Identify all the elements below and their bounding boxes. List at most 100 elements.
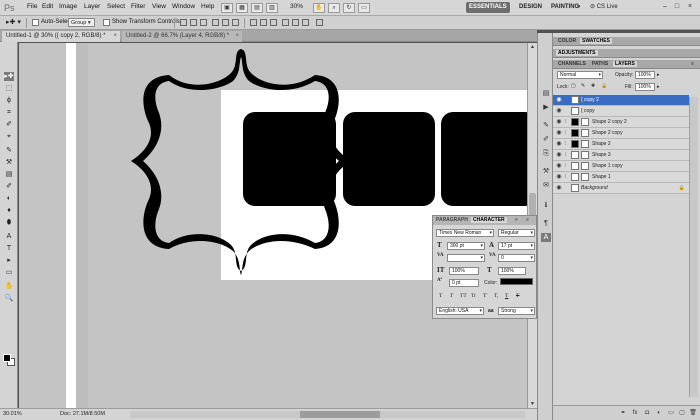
history-brush-tool-icon[interactable]: ✐	[4, 182, 14, 191]
actions-panel-icon[interactable]: ▶	[541, 103, 551, 112]
opacity-field[interactable]: 100%	[635, 71, 655, 79]
zoom-tool-icon[interactable]: 🔍	[4, 294, 14, 303]
close-tab-icon[interactable]: ×	[235, 31, 239, 42]
eye-icon[interactable]: ◉	[555, 174, 563, 181]
kerning-field[interactable]: ▾	[447, 254, 485, 262]
distribute-bottom-icon[interactable]	[270, 19, 277, 26]
underline-button[interactable]: T	[505, 293, 508, 299]
layer-name[interactable]: Shape 2 copy	[592, 130, 623, 136]
character-panel-icon[interactable]: A	[541, 233, 551, 242]
menu-layer[interactable]: Layer	[84, 3, 100, 10]
small-caps-button[interactable]: Tr	[471, 293, 476, 299]
horizontal-scale-field[interactable]: 100%	[498, 267, 526, 275]
eye-icon[interactable]: ◉	[555, 108, 563, 115]
auto-select-dropdown[interactable]: Group ▾	[68, 18, 95, 27]
font-style-select[interactable]: Regular ▾	[498, 229, 535, 237]
brush-presets-icon[interactable]: ✎	[541, 121, 551, 130]
hand-tool-icon[interactable]: ✋	[4, 282, 14, 291]
blend-mode-select[interactable]: Normal ▾	[557, 71, 603, 79]
tool-presets-icon[interactable]: ⚒	[541, 167, 551, 176]
type-tool-icon[interactable]: T	[4, 244, 14, 253]
clone-source-icon[interactable]: ⎘	[541, 149, 551, 158]
layer-name[interactable]: { copy	[581, 108, 595, 114]
adjustment-layer-icon[interactable]: ◐	[655, 409, 663, 417]
distribute-vcenter-icon[interactable]	[260, 19, 267, 26]
layer-row[interactable]: ◉ Background 🔒	[553, 183, 689, 194]
extras-icon[interactable]: ▤	[251, 3, 263, 13]
tab-paths[interactable]: PATHS	[590, 61, 610, 67]
eraser-tool-icon[interactable]: ◐	[4, 194, 14, 203]
crop-tool-icon[interactable]: ✐	[4, 120, 14, 129]
vertical-scale-field[interactable]: 100%	[449, 267, 479, 275]
rotate-view-icon[interactable]: ↻	[343, 3, 355, 13]
workspace-design[interactable]: DESIGN	[516, 2, 545, 13]
lock-all-icon[interactable]: 🔒	[601, 83, 607, 89]
tab-untitled-1[interactable]: Untitled-1 @ 30% ({ copy 2, RGB/8) * ×	[2, 31, 120, 42]
shape-tool-icon[interactable]: ▭	[4, 268, 14, 277]
quick-select-tool-icon[interactable]: ⌗	[4, 108, 14, 117]
layer-style-icon[interactable]: fx	[631, 409, 639, 417]
scroll-down-icon[interactable]: ▼	[528, 400, 537, 408]
menu-select[interactable]: Select	[107, 3, 125, 10]
chevron-right-icon[interactable]: ▸	[657, 84, 660, 90]
language-select[interactable]: English: USA ▾	[436, 307, 484, 315]
move-tool-icon[interactable]: ▸✚	[4, 72, 14, 81]
eyedropper-tool-icon[interactable]: ⌖	[4, 132, 14, 141]
layer-name[interactable]: Shape 3	[592, 152, 611, 158]
tab-swatches[interactable]: SWATCHES	[580, 38, 612, 44]
marquee-tool-icon[interactable]: ⬚	[4, 84, 14, 93]
dodge-tool-icon[interactable]: ⬮	[4, 218, 14, 227]
align-right-icon[interactable]	[232, 19, 239, 26]
gradient-tool-icon[interactable]: ♦	[4, 206, 14, 215]
baseline-shift-field[interactable]: 0 pt	[449, 279, 479, 287]
menu-filter[interactable]: Filter	[131, 3, 145, 10]
cs-live-button[interactable]: ⊘ CS Live	[590, 3, 618, 10]
tab-untitled-2[interactable]: Untitled-2 @ 66.7% (Layer 4, RGB/8) * ×	[122, 31, 242, 42]
maximize-button[interactable]: □	[672, 2, 682, 12]
eye-icon[interactable]: ◉	[555, 141, 563, 148]
layer-row[interactable]: ◉ { copy	[553, 106, 689, 117]
layer-name[interactable]: Shape 2 copy 2	[592, 119, 627, 125]
eye-icon[interactable]: ◉	[555, 152, 563, 159]
layer-name[interactable]: Shape 2	[592, 141, 611, 147]
faux-italic-button[interactable]: T	[450, 293, 453, 299]
eye-icon[interactable]: ◉	[555, 97, 563, 104]
menu-image[interactable]: Image	[59, 3, 77, 10]
hscroll-thumb[interactable]	[300, 411, 380, 418]
font-family-select[interactable]: Times New Roman ▾	[436, 229, 494, 237]
superscript-button[interactable]: T'	[483, 293, 487, 299]
add-mask-icon[interactable]: ◘	[643, 409, 651, 417]
layer-row[interactable]: ◉ ⁞ Shape 2 copy 2	[553, 117, 689, 128]
faux-bold-button[interactable]: T	[439, 293, 442, 299]
lock-transparent-icon[interactable]: ▢	[571, 83, 576, 89]
layer-row[interactable]: ◉ ⁞ Shape 3	[553, 150, 689, 161]
distribute-top-icon[interactable]	[250, 19, 257, 26]
panel-menu-icon[interactable]: ≡	[689, 61, 696, 67]
strikethrough-button[interactable]: T	[516, 293, 519, 299]
lasso-tool-icon[interactable]: ϕ	[4, 96, 14, 105]
layers-scrollbar[interactable]	[689, 97, 698, 397]
horizontal-scrollbar[interactable]	[130, 411, 525, 418]
layer-row[interactable]: ◉ { copy 2	[553, 95, 689, 106]
layer-row[interactable]: ◉ ⁞ Shape 2 copy	[553, 128, 689, 139]
menu-edit[interactable]: Edit	[42, 3, 53, 10]
eye-icon[interactable]: ◉	[555, 185, 563, 192]
distribute-hcenter-icon[interactable]	[292, 19, 299, 26]
fill-field[interactable]: 100%	[635, 83, 655, 91]
all-caps-button[interactable]: TT	[460, 293, 467, 299]
subscript-button[interactable]: T,	[494, 293, 498, 299]
arrange-icon[interactable]: ▥	[266, 3, 278, 13]
new-group-icon[interactable]: ▭	[667, 409, 675, 417]
panel-menu-icon[interactable]: ≡	[526, 217, 529, 223]
eye-icon[interactable]: ◉	[555, 119, 563, 126]
tab-color[interactable]: COLOR	[556, 38, 578, 44]
layer-row[interactable]: ◉ ⁞ Shape 1	[553, 172, 689, 183]
tracking-field[interactable]: 0 ▾	[498, 254, 535, 262]
workspace-more[interactable]: »	[574, 2, 583, 13]
zoom-level[interactable]: 30%	[290, 3, 303, 10]
lock-position-icon[interactable]: ✚	[591, 83, 595, 89]
show-transform-checkbox[interactable]	[103, 19, 110, 26]
healing-brush-tool-icon[interactable]: ✎	[4, 146, 14, 155]
tab-character[interactable]: CHARACTER	[471, 217, 507, 223]
panel-collapse-icon[interactable]: »	[515, 217, 518, 223]
